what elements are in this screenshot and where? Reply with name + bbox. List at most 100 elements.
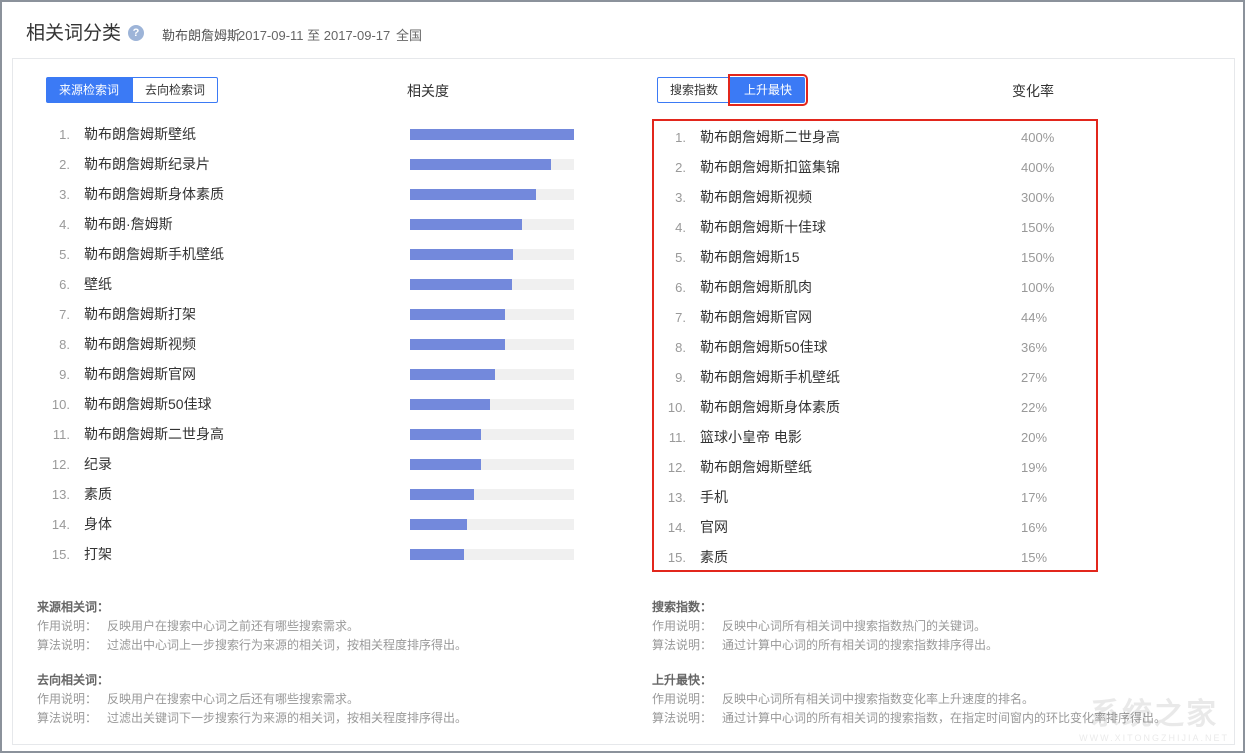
- related-word-row: 15.打架: [46, 539, 574, 569]
- rising-word-row: 15.素质15%: [662, 542, 1090, 572]
- relevance-bar: [410, 219, 574, 230]
- rank-number: 12.: [662, 460, 686, 475]
- rising-word-link[interactable]: 勒布朗詹姆斯官网: [700, 307, 1021, 327]
- related-word-link[interactable]: 壁纸: [84, 274, 410, 294]
- rank-number: 3.: [46, 187, 70, 202]
- rank-number: 1.: [46, 127, 70, 142]
- relevance-bar-fill: [410, 339, 505, 350]
- footnote-fastest-rising: 上升最快： 作用说明：反映中心词所有相关词中搜索指数变化率上升速度的排名。 算法…: [652, 671, 1212, 728]
- footnote-source-related: 来源相关词： 作用说明：反映用户在搜索中心词之前还有哪些搜索需求。 算法说明：过…: [37, 598, 597, 655]
- related-word-link[interactable]: 打架: [84, 544, 410, 564]
- related-word-link[interactable]: 纪录: [84, 454, 410, 474]
- rising-word-link[interactable]: 手机: [700, 487, 1021, 507]
- rising-word-link[interactable]: 勒布朗詹姆斯扣篮集锦: [700, 157, 1021, 177]
- related-word-row: 7. 勒布朗詹姆斯打架: [46, 299, 574, 329]
- rising-word-row: 12.勒布朗詹姆斯壁纸19%: [662, 452, 1090, 482]
- rising-word-row: 14.官网16%: [662, 512, 1090, 542]
- relevance-bar-fill: [410, 309, 505, 320]
- change-rate-value: 22%: [1021, 400, 1090, 415]
- rank-number: 4.: [662, 220, 686, 235]
- left-tab-group: 来源检索词 去向检索词: [46, 77, 218, 103]
- rank-number: 7.: [662, 310, 686, 325]
- change-rate-value: 20%: [1021, 430, 1090, 445]
- rank-number: 8.: [46, 337, 70, 352]
- rising-word-link[interactable]: 篮球小皇帝 电影: [700, 427, 1021, 447]
- rising-word-link[interactable]: 勒布朗詹姆斯15: [700, 247, 1021, 267]
- related-word-row: 10. 勒布朗詹姆斯50佳球: [46, 389, 574, 419]
- rising-word-link[interactable]: 勒布朗詹姆斯肌肉: [700, 277, 1021, 297]
- rising-word-link[interactable]: 勒布朗詹姆斯十佳球: [700, 217, 1021, 237]
- relevance-bar-fill: [410, 399, 490, 410]
- rising-word-row: 7. 勒布朗詹姆斯官网44%: [662, 302, 1090, 332]
- related-word-link[interactable]: 勒布朗詹姆斯50佳球: [84, 394, 410, 414]
- footnote-destination-related: 去向相关词： 作用说明：反映用户在搜索中心词之后还有哪些搜索需求。 算法说明：过…: [37, 671, 597, 728]
- footnote-text: 通过计算中心词的所有相关词的搜索指数排序得出。: [722, 638, 998, 652]
- relevance-bar: [410, 309, 574, 320]
- change-rate-value: 17%: [1021, 490, 1090, 505]
- rising-word-link[interactable]: 勒布朗詹姆斯身体素质: [700, 397, 1021, 417]
- related-word-link[interactable]: 勒布朗詹姆斯打架: [84, 304, 410, 324]
- relevance-bar: [410, 489, 574, 500]
- rank-number: 8.: [662, 340, 686, 355]
- footnote-text: 通过计算中心词的所有相关词的搜索指数，在指定时间窗内的环比变化率排序得出。: [722, 711, 1166, 725]
- relevance-bar: [410, 459, 574, 470]
- rank-number: 11.: [46, 427, 70, 442]
- rising-word-link[interactable]: 勒布朗詹姆斯50佳球: [700, 337, 1021, 357]
- rising-word-link[interactable]: 勒布朗詹姆斯壁纸: [700, 457, 1021, 477]
- relevance-bar-fill: [410, 459, 481, 470]
- change-rate-value: 44%: [1021, 310, 1090, 325]
- related-word-row: 6. 壁纸: [46, 269, 574, 299]
- rising-word-link[interactable]: 官网: [700, 517, 1021, 537]
- rank-number: 10.: [46, 397, 70, 412]
- footnote-heading: 搜索指数：: [652, 598, 1212, 617]
- rank-number: 6.: [46, 277, 70, 292]
- change-rate-value: 15%: [1021, 550, 1090, 565]
- change-rate-value: 300%: [1021, 190, 1090, 205]
- relevance-bar: [410, 159, 574, 170]
- related-word-link[interactable]: 勒布朗·詹姆斯: [84, 214, 410, 234]
- relevance-bar-fill: [410, 219, 522, 230]
- related-word-row: 14.身体: [46, 509, 574, 539]
- relevance-bar-fill: [410, 249, 513, 260]
- rising-word-link[interactable]: 素质: [700, 547, 1021, 567]
- tab-source-search-terms[interactable]: 来源检索词: [46, 77, 132, 103]
- date-range-label: 2017-09-11 至 2017-09-17: [238, 25, 390, 44]
- footnote-text: 反映用户在搜索中心词之前还有哪些搜索需求。: [107, 619, 359, 633]
- related-word-link[interactable]: 勒布朗詹姆斯视频: [84, 334, 410, 354]
- source-related-words-list: 1.勒布朗詹姆斯壁纸 2.勒布朗詹姆斯纪录片 3.勒布朗詹姆斯身体素质 4.勒布…: [46, 119, 574, 569]
- relevance-bar-fill: [410, 489, 474, 500]
- related-word-link[interactable]: 勒布朗詹姆斯手机壁纸: [84, 244, 410, 264]
- footnote-heading: 来源相关词：: [37, 598, 597, 617]
- tab-destination-search-terms[interactable]: 去向检索词: [132, 77, 218, 103]
- rank-number: 7.: [46, 307, 70, 322]
- related-word-link[interactable]: 勒布朗詹姆斯身体素质: [84, 184, 410, 204]
- tab-search-index[interactable]: 搜索指数: [657, 77, 731, 103]
- rising-word-link[interactable]: 勒布朗詹姆斯二世身高: [700, 127, 1021, 147]
- relevance-bar-fill: [410, 549, 464, 560]
- rank-number: 9.: [662, 370, 686, 385]
- relevance-bar: [410, 399, 574, 410]
- related-word-link[interactable]: 勒布朗詹姆斯壁纸: [84, 124, 410, 144]
- relevance-bar-fill: [410, 369, 495, 380]
- rank-number: 6.: [662, 280, 686, 295]
- rising-word-link[interactable]: 勒布朗詹姆斯手机壁纸: [700, 367, 1021, 387]
- related-word-link[interactable]: 素质: [84, 484, 410, 504]
- relevance-bar: [410, 549, 574, 560]
- rising-word-row: 13.手机17%: [662, 482, 1090, 512]
- relevance-bar: [410, 519, 574, 530]
- tab-fastest-rising[interactable]: 上升最快: [731, 77, 805, 103]
- related-word-link[interactable]: 勒布朗詹姆斯官网: [84, 364, 410, 384]
- related-word-row: 11. 勒布朗詹姆斯二世身高: [46, 419, 574, 449]
- help-icon[interactable]: ?: [128, 25, 144, 41]
- rank-number: 5.: [662, 250, 686, 265]
- rising-word-link[interactable]: 勒布朗詹姆斯视频: [700, 187, 1021, 207]
- relevance-bar-fill: [410, 129, 574, 140]
- rising-word-row: 6.勒布朗詹姆斯肌肉100%: [662, 272, 1090, 302]
- rising-word-row: 4.勒布朗詹姆斯十佳球150%: [662, 212, 1090, 242]
- related-word-link[interactable]: 勒布朗詹姆斯纪录片: [84, 154, 410, 174]
- rank-number: 12.: [46, 457, 70, 472]
- related-word-link[interactable]: 勒布朗詹姆斯二世身高: [84, 424, 410, 444]
- rising-word-row: 11.篮球小皇帝 电影20%: [662, 422, 1090, 452]
- relevance-bar-fill: [410, 189, 536, 200]
- related-word-link[interactable]: 身体: [84, 514, 410, 534]
